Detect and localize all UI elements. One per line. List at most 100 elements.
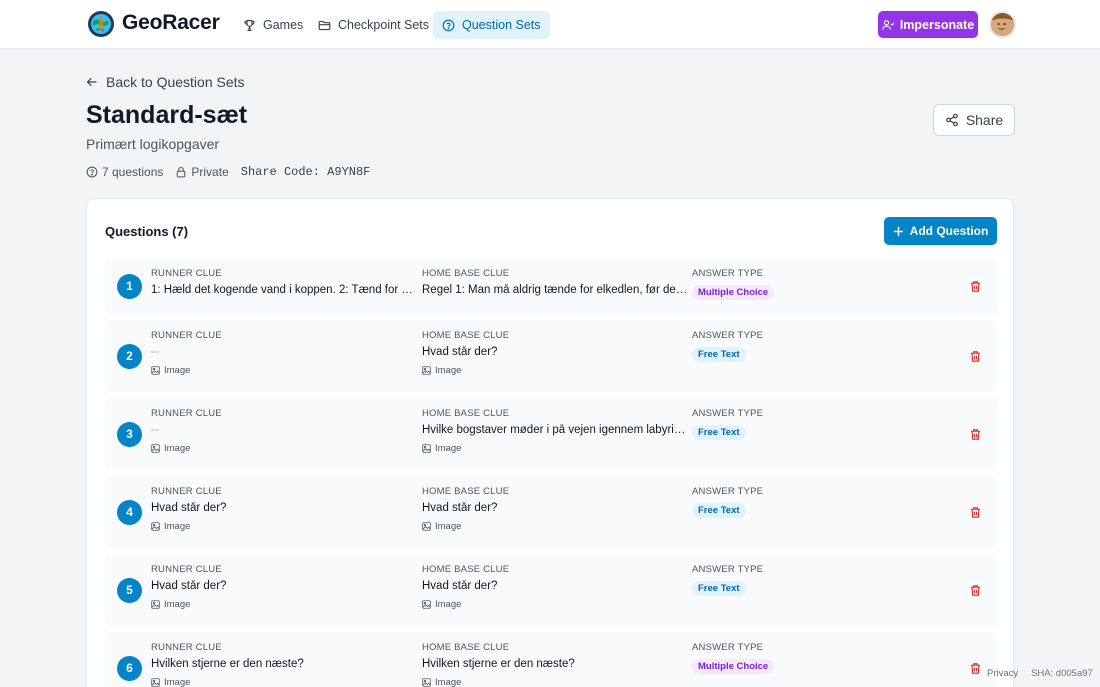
question-count: 7 questions	[102, 165, 164, 179]
image-attachment[interactable]: Image	[422, 598, 688, 611]
home-base-clue-column: HOME BASE CLUE Regel 1: Man må aldrig tæn…	[422, 268, 688, 299]
runner-clue-column: RUNNER CLUE Hvad står der? Image	[151, 486, 417, 533]
question-row[interactable]: 1 RUNNER CLUE 1: Hæld det kogende vand i k…	[105, 258, 997, 314]
image-icon	[151, 444, 160, 453]
delete-question-icon[interactable]	[969, 350, 982, 363]
questions-title: Questions (7)	[105, 224, 189, 239]
add-question-label: Add Question	[909, 224, 989, 238]
globe-logo-icon[interactable]	[87, 10, 115, 38]
question-row[interactable]: 3 RUNNER CLUE -- Image HOME BASE CLUE Hvilke …	[105, 398, 997, 470]
image-attachment[interactable]: Image	[151, 598, 417, 611]
nav-checkpoint-sets[interactable]: Checkpoint Sets	[309, 11, 438, 39]
answer-type-column: ANSWER TYPE Free Text	[692, 408, 872, 440]
image-label: Image	[164, 443, 191, 454]
back-link[interactable]: Back to Question Sets	[86, 74, 245, 90]
runner-clue-text: 1: Hæld det kogende vand i koppen. 2: Tæ…	[151, 284, 417, 296]
avatar-face-icon	[991, 13, 1014, 36]
image-attachment[interactable]: Image	[422, 364, 688, 377]
image-icon	[422, 366, 431, 375]
user-switch-icon	[882, 19, 894, 30]
question-number: 2	[117, 343, 142, 369]
answer-type-column: ANSWER TYPE Multiple Choice	[692, 642, 872, 674]
visibility-status: Private	[191, 165, 229, 179]
answer-type-badge: Free Text	[692, 425, 746, 440]
privacy-link[interactable]: Privacy	[987, 668, 1018, 679]
home-base-clue-label: HOME BASE CLUE	[422, 408, 510, 419]
trophy-icon	[244, 19, 255, 31]
home-base-clue-column: HOME BASE CLUE Hvad står der? Image	[422, 486, 688, 533]
image-label: Image	[435, 599, 462, 610]
image-attachment[interactable]: Image	[151, 676, 417, 687]
runner-clue-label: RUNNER CLUE	[151, 564, 222, 575]
answer-type-badge: Free Text	[692, 503, 746, 518]
runner-clue-text: Hvad står der?	[151, 580, 227, 592]
page-subtitle: Primært logikopgaver	[86, 136, 220, 152]
image-attachment[interactable]: Image	[422, 676, 688, 687]
answer-type-badge: Free Text	[692, 581, 746, 596]
runner-clue-column: RUNNER CLUE Hvad står der? Image	[151, 564, 417, 611]
answer-type-column: ANSWER TYPE Free Text	[692, 486, 872, 518]
set-meta: 7 questions Private Share Code: A9YN8F	[86, 165, 370, 179]
folder-icon	[318, 20, 331, 30]
delete-question-icon[interactable]	[969, 506, 982, 519]
image-icon	[151, 522, 160, 531]
answer-type-label: ANSWER TYPE	[692, 408, 764, 419]
delete-question-icon[interactable]	[969, 428, 982, 441]
image-attachment[interactable]: Image	[151, 520, 417, 533]
answer-type-column: ANSWER TYPE Free Text	[692, 330, 872, 362]
image-attachment[interactable]: Image	[422, 442, 688, 455]
image-attachment[interactable]: Image	[422, 520, 688, 533]
nav-games[interactable]: Games	[234, 11, 312, 39]
delete-question-icon[interactable]	[969, 280, 982, 293]
delete-question-icon[interactable]	[969, 584, 982, 597]
lock-icon	[177, 166, 186, 178]
image-label: Image	[164, 365, 191, 376]
question-row[interactable]: 2 RUNNER CLUE -- Image HOME BASE CLUE Hvad st…	[105, 320, 997, 392]
image-label: Image	[164, 677, 191, 687]
answer-type-label: ANSWER TYPE	[692, 486, 764, 497]
share-button[interactable]: Share	[933, 104, 1015, 136]
image-attachment[interactable]: Image	[151, 364, 417, 377]
home-base-clue-label: HOME BASE CLUE	[422, 268, 510, 279]
question-number: 3	[117, 421, 142, 447]
runner-clue-text: Hvilken stjerne er den næste?	[151, 658, 304, 670]
home-base-clue-text: Hvad står der?	[422, 502, 498, 514]
nav-question-sets[interactable]: Question Sets	[433, 11, 550, 39]
image-icon	[151, 600, 160, 609]
image-icon	[151, 678, 160, 687]
question-circle-icon	[86, 166, 98, 178]
answer-type-badge: Multiple Choice	[692, 285, 775, 300]
home-base-clue-column: HOME BASE CLUE Hvilke bogstaver møder i p…	[422, 408, 688, 455]
user-avatar[interactable]	[989, 11, 1016, 38]
page-title: Standard-sæt	[86, 101, 248, 129]
share-button-label: Share	[965, 112, 1004, 128]
app-name[interactable]: GeoRacer	[122, 11, 220, 35]
image-icon	[422, 522, 431, 531]
answer-type-label: ANSWER TYPE	[692, 330, 764, 341]
runner-clue-column: RUNNER CLUE -- Image	[151, 330, 417, 377]
home-base-clue-label: HOME BASE CLUE	[422, 486, 510, 497]
add-question-button[interactable]: Add Question	[884, 217, 997, 245]
runner-clue-column: RUNNER CLUE -- Image	[151, 408, 417, 455]
delete-question-icon[interactable]	[969, 662, 982, 675]
home-base-clue-label: HOME BASE CLUE	[422, 642, 510, 653]
home-base-clue-column: HOME BASE CLUE Hvad står der? Image	[422, 564, 688, 611]
image-attachment[interactable]: Image	[151, 442, 417, 455]
runner-clue-text: Hvad står der?	[151, 502, 227, 514]
impersonate-button[interactable]: Impersonate	[878, 11, 978, 38]
impersonate-label: Impersonate	[899, 17, 975, 32]
arrow-left-icon	[86, 77, 97, 87]
home-base-clue-text: Hvad står der?	[422, 346, 498, 358]
home-base-clue-column: HOME BASE CLUE Hvad står der? Image	[422, 330, 688, 377]
runner-clue-label: RUNNER CLUE	[151, 330, 222, 341]
home-base-clue-text: Hvilke bogstaver møder i på vejen igenne…	[422, 424, 688, 436]
question-row[interactable]: 6 RUNNER CLUE Hvilken stjerne er den næste…	[105, 632, 997, 687]
image-label: Image	[435, 443, 462, 454]
question-number: 4	[117, 499, 142, 525]
runner-clue-label: RUNNER CLUE	[151, 486, 222, 497]
question-number: 1	[117, 273, 142, 299]
answer-type-badge: Multiple Choice	[692, 659, 775, 674]
image-label: Image	[164, 521, 191, 532]
question-row[interactable]: 4 RUNNER CLUE Hvad står der? Image HOME BASE…	[105, 476, 997, 548]
question-row[interactable]: 5 RUNNER CLUE Hvad står der? Image HOME BASE…	[105, 554, 997, 626]
